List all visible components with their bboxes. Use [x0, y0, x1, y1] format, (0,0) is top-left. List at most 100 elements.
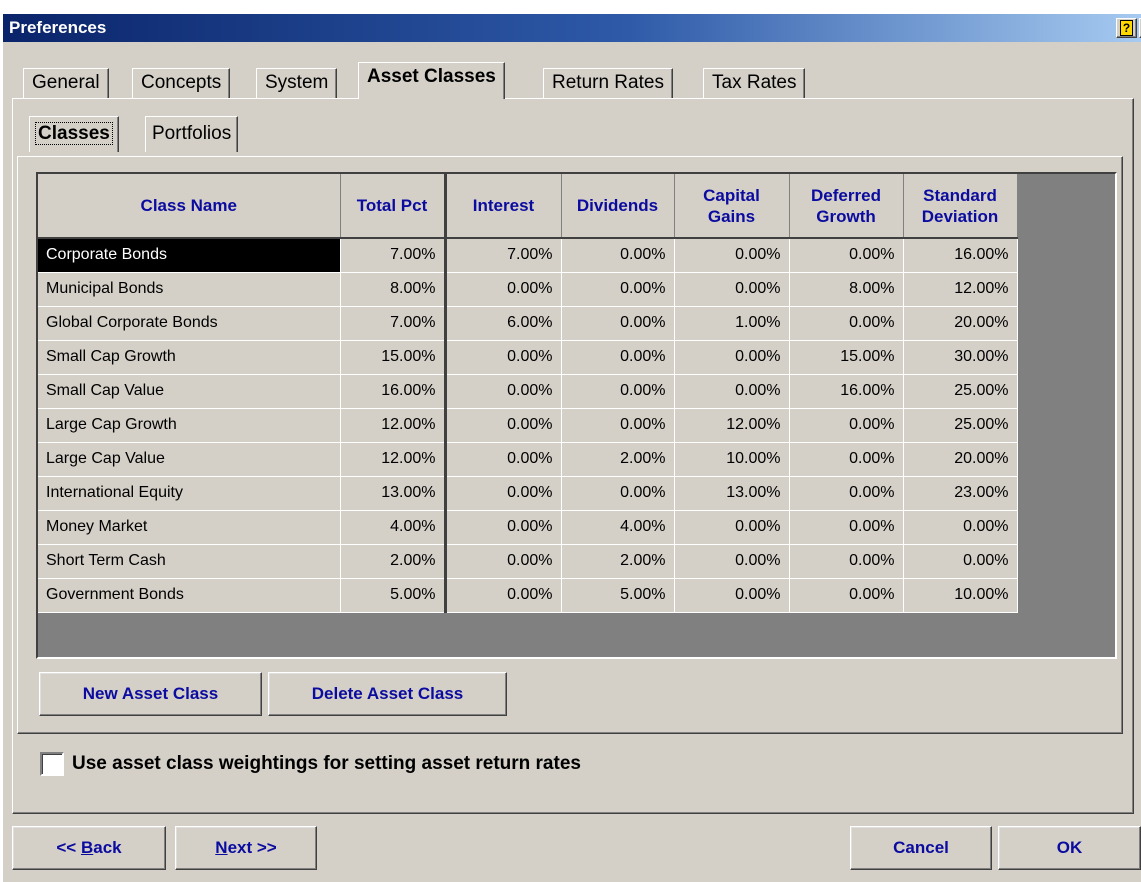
new-asset-class-button[interactable]: New Asset Class: [39, 672, 262, 716]
cell-dividends[interactable]: 4.00%: [561, 510, 675, 545]
cell-name[interactable]: Large Cap Value: [38, 442, 341, 477]
cell-interest[interactable]: 0.00%: [445, 476, 562, 511]
cell-name[interactable]: Global Corporate Bonds: [38, 306, 341, 341]
cell-dividends[interactable]: 2.00%: [561, 442, 675, 477]
cell-std-dev[interactable]: 16.00%: [903, 238, 1018, 273]
subtab-portfolios[interactable]: Portfolios: [145, 116, 239, 152]
cell-name[interactable]: Large Cap Growth: [38, 408, 341, 443]
cell-capital-gains[interactable]: 0.00%: [674, 578, 790, 613]
cell-interest[interactable]: 6.00%: [445, 306, 562, 341]
cell-std-dev[interactable]: 0.00%: [903, 544, 1018, 579]
weighting-checkbox-label[interactable]: Use asset class weightings for setting a…: [72, 753, 581, 775]
cell-deferred-growth[interactable]: 0.00%: [789, 408, 904, 443]
cell-std-dev[interactable]: 25.00%: [903, 408, 1018, 443]
cell-total[interactable]: 7.00%: [340, 238, 447, 273]
cell-dividends[interactable]: 0.00%: [561, 238, 675, 273]
cell-name[interactable]: Government Bonds: [38, 578, 341, 613]
cell-deferred-growth[interactable]: 8.00%: [789, 272, 904, 307]
cell-capital-gains[interactable]: 0.00%: [674, 374, 790, 409]
cell-std-dev[interactable]: 12.00%: [903, 272, 1018, 307]
cell-interest[interactable]: 0.00%: [445, 374, 562, 409]
cell-name[interactable]: International Equity: [38, 476, 341, 511]
cell-capital-gains[interactable]: 10.00%: [674, 442, 790, 477]
cell-dividends[interactable]: 2.00%: [561, 544, 675, 579]
cell-name[interactable]: Small Cap Value: [38, 374, 341, 409]
cell-std-dev[interactable]: 20.00%: [903, 442, 1018, 477]
cell-deferred-growth[interactable]: 0.00%: [789, 238, 904, 273]
cell-total[interactable]: 12.00%: [340, 408, 447, 443]
cell-deferred-growth[interactable]: 16.00%: [789, 374, 904, 409]
cell-capital-gains[interactable]: 0.00%: [674, 272, 790, 307]
cell-deferred-growth[interactable]: 0.00%: [789, 306, 904, 341]
cell-total[interactable]: 12.00%: [340, 442, 447, 477]
help-button[interactable]: ?: [1116, 18, 1137, 38]
cell-name[interactable]: Small Cap Growth: [38, 340, 341, 375]
cell-capital-gains[interactable]: 0.00%: [674, 544, 790, 579]
tab-system[interactable]: System: [256, 68, 338, 98]
cell-capital-gains[interactable]: 0.00%: [674, 340, 790, 375]
cell-interest[interactable]: 0.00%: [445, 340, 562, 375]
cell-total[interactable]: 16.00%: [340, 374, 447, 409]
cell-capital-gains[interactable]: 0.00%: [674, 510, 790, 545]
cell-std-dev[interactable]: 20.00%: [903, 306, 1018, 341]
col-header-class-name[interactable]: Class Name: [38, 174, 341, 239]
cell-interest[interactable]: 7.00%: [445, 238, 562, 273]
tab-asset-classes[interactable]: Asset Classes: [358, 62, 505, 99]
cell-dividends[interactable]: 0.00%: [561, 374, 675, 409]
table-row[interactable]: Municipal Bonds 8.00% 0.00% 0.00% 0.00% 8.00%…: [38, 272, 1018, 307]
cell-dividends[interactable]: 0.00%: [561, 340, 675, 375]
cell-interest[interactable]: 0.00%: [445, 442, 562, 477]
table-row[interactable]: Money Market 4.00% 0.00% 4.00% 0.00% 0.00% 0.0…: [38, 510, 1018, 545]
cell-deferred-growth[interactable]: 15.00%: [789, 340, 904, 375]
cell-deferred-growth[interactable]: 0.00%: [789, 442, 904, 477]
cell-std-dev[interactable]: 30.00%: [903, 340, 1018, 375]
table-row[interactable]: Large Cap Value 12.00% 0.00% 2.00% 10.00% 0.0…: [38, 442, 1018, 477]
cell-deferred-growth[interactable]: 0.00%: [789, 510, 904, 545]
cell-capital-gains[interactable]: 13.00%: [674, 476, 790, 511]
col-header-deferred-growth[interactable]: Deferred Growth: [789, 174, 904, 239]
table-row[interactable]: Short Term Cash 2.00% 0.00% 2.00% 0.00% 0.00%…: [38, 544, 1018, 579]
cancel-button[interactable]: Cancel: [850, 826, 992, 870]
table-row[interactable]: Government Bonds 5.00% 0.00% 5.00% 0.00% 0.00…: [38, 578, 1018, 613]
subtab-classes[interactable]: Classes: [29, 116, 119, 152]
cell-dividends[interactable]: 0.00%: [561, 476, 675, 511]
cell-total[interactable]: 13.00%: [340, 476, 447, 511]
cell-total[interactable]: 4.00%: [340, 510, 447, 545]
cell-dividends[interactable]: 0.00%: [561, 306, 675, 341]
cell-name[interactable]: Short Term Cash: [38, 544, 341, 579]
cell-deferred-growth[interactable]: 0.00%: [789, 476, 904, 511]
tab-tax-rates[interactable]: Tax Rates: [703, 68, 806, 98]
cell-name[interactable]: Corporate Bonds: [38, 238, 341, 273]
cell-std-dev[interactable]: 10.00%: [903, 578, 1018, 613]
next-button[interactable]: Next >>: [175, 826, 317, 870]
cell-total[interactable]: 8.00%: [340, 272, 447, 307]
col-header-standard-deviation[interactable]: Standard Deviation: [903, 174, 1018, 239]
table-row[interactable]: Global Corporate Bonds 7.00% 6.00% 0.00% 1.0…: [38, 306, 1018, 341]
cell-capital-gains[interactable]: 1.00%: [674, 306, 790, 341]
cell-interest[interactable]: 0.00%: [445, 272, 562, 307]
cell-total[interactable]: 7.00%: [340, 306, 447, 341]
cell-dividends[interactable]: 0.00%: [561, 272, 675, 307]
cell-std-dev[interactable]: 25.00%: [903, 374, 1018, 409]
col-header-interest[interactable]: Interest: [445, 174, 562, 239]
tab-concepts[interactable]: Concepts: [132, 68, 231, 98]
tab-return-rates[interactable]: Return Rates: [543, 68, 673, 98]
cell-dividends[interactable]: 5.00%: [561, 578, 675, 613]
col-header-dividends[interactable]: Dividends: [561, 174, 675, 239]
cell-total[interactable]: 5.00%: [340, 578, 447, 613]
cell-deferred-growth[interactable]: 0.00%: [789, 578, 904, 613]
delete-asset-class-button[interactable]: Delete Asset Class: [268, 672, 507, 716]
cell-name[interactable]: Money Market: [38, 510, 341, 545]
table-row[interactable]: Large Cap Growth 12.00% 0.00% 0.00% 12.00% 0.…: [38, 408, 1018, 443]
table-row[interactable]: Small Cap Value 16.00% 0.00% 0.00% 0.00% 16.0…: [38, 374, 1018, 409]
table-row[interactable]: International Equity 13.00% 0.00% 0.00% 13.0…: [38, 476, 1018, 511]
weighting-checkbox[interactable]: [40, 752, 64, 776]
cell-interest[interactable]: 0.00%: [445, 578, 562, 613]
cell-interest[interactable]: 0.00%: [445, 510, 562, 545]
back-button[interactable]: << Back: [12, 826, 166, 870]
col-header-total-pct[interactable]: Total Pct: [340, 174, 447, 239]
cell-std-dev[interactable]: 23.00%: [903, 476, 1018, 511]
ok-button[interactable]: OK: [998, 826, 1141, 870]
col-header-capital-gains[interactable]: Capital Gains: [674, 174, 790, 239]
cell-dividends[interactable]: 0.00%: [561, 408, 675, 443]
